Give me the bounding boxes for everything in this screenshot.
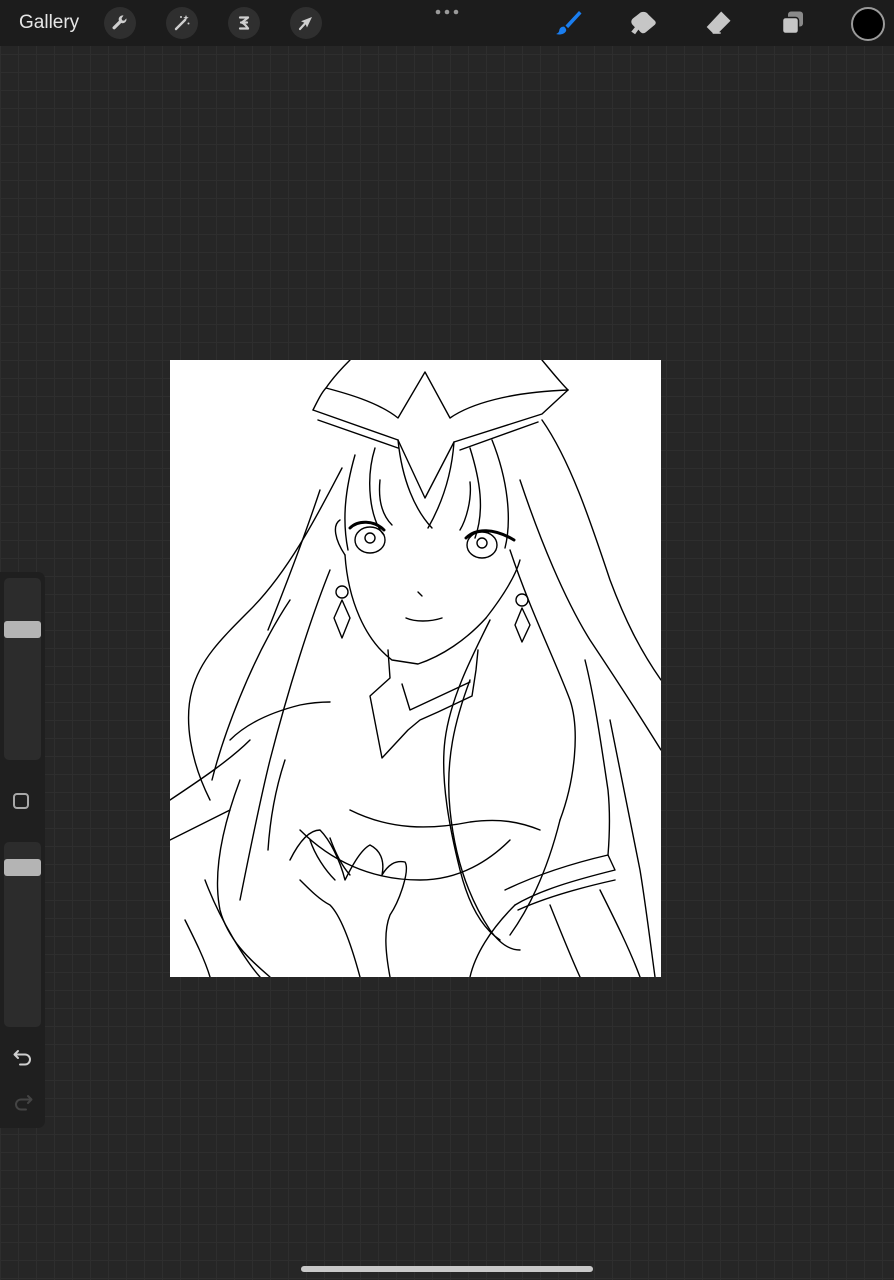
color-picker-button[interactable] <box>851 7 885 41</box>
layers-button[interactable] <box>778 8 808 38</box>
brush-size-thumb[interactable] <box>4 621 41 639</box>
line-art-illustration <box>170 360 661 977</box>
selection-icon <box>238 16 250 30</box>
redo-icon <box>15 1095 33 1111</box>
adjustments-button[interactable] <box>166 7 198 39</box>
brush-size-slider[interactable] <box>4 578 41 760</box>
opacity-thumb[interactable] <box>4 858 41 876</box>
top-toolbar: Gallery <box>0 0 894 46</box>
selection-button[interactable] <box>228 7 260 39</box>
modify-button[interactable] <box>13 793 29 809</box>
redo-button[interactable] <box>10 1091 36 1113</box>
magic-wand-icon <box>174 15 190 31</box>
brush-icon <box>556 11 582 35</box>
drawing-canvas[interactable] <box>170 360 661 977</box>
undo-icon <box>13 1050 31 1066</box>
eraser-tool-button[interactable] <box>703 8 733 38</box>
wrench-icon <box>112 15 127 30</box>
home-indicator[interactable] <box>301 1266 593 1272</box>
undo-button[interactable] <box>10 1046 36 1068</box>
eraser-icon <box>706 11 731 34</box>
transform-button[interactable] <box>290 7 322 39</box>
smudge-tool-button[interactable] <box>628 8 658 38</box>
side-toolbar <box>0 572 45 1128</box>
transform-arrow-icon <box>298 17 312 31</box>
smudge-icon <box>631 11 656 35</box>
actions-button[interactable] <box>104 7 136 39</box>
ellipsis-icon[interactable] <box>434 4 460 18</box>
layers-icon <box>781 11 803 35</box>
gallery-button[interactable]: Gallery <box>19 12 79 34</box>
brush-tool-button[interactable] <box>553 8 583 38</box>
